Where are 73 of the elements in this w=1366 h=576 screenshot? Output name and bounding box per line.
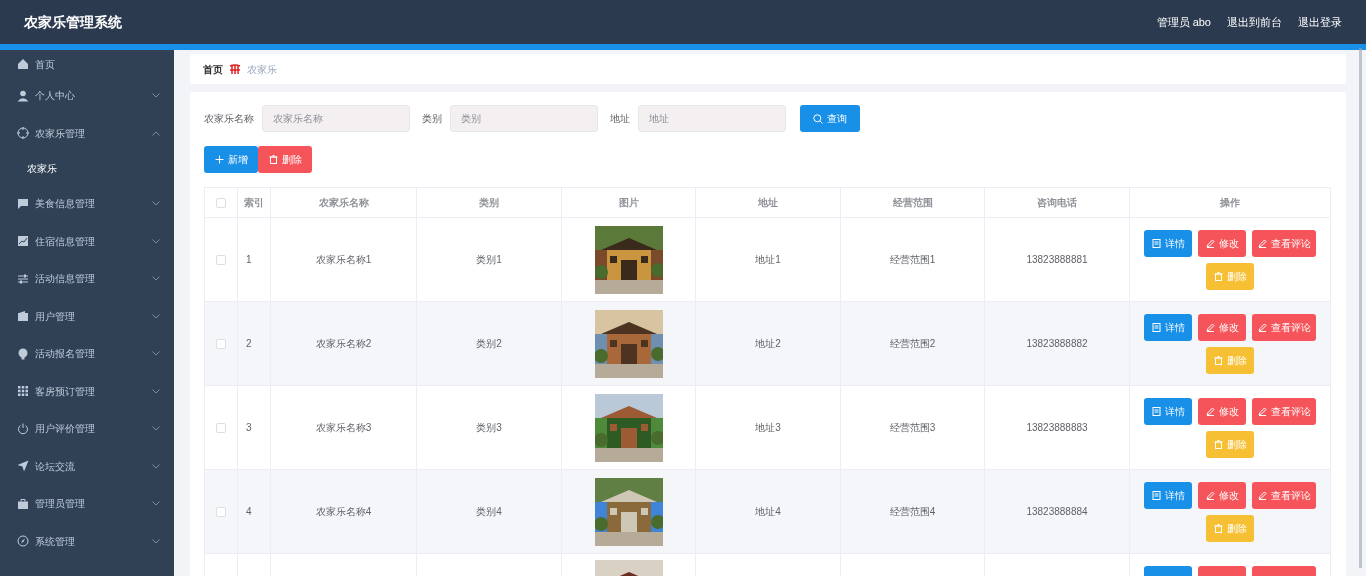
- detail-button[interactable]: 详情: [1144, 229, 1192, 257]
- search-field[interactable]: 类别: [450, 105, 598, 132]
- table-cell-text: 3: [246, 421, 252, 435]
- table-cell-text: 类别3: [476, 421, 502, 435]
- sidebar-subitem[interactable]: 农家乐: [0, 152, 174, 185]
- sidebar-item[interactable]: 用户管理: [0, 297, 174, 335]
- view-comments-button[interactable]: 查看评论: [1252, 481, 1316, 509]
- add-button[interactable]: 新增: [204, 146, 258, 173]
- breadcrumb-item[interactable]: 首页: [203, 61, 223, 77]
- view-comments-button[interactable]: 查看评论: [1252, 313, 1316, 341]
- table-cell-text: 13823888884: [1026, 505, 1088, 519]
- column-header: 索引: [244, 196, 264, 210]
- table-cell-text: 农家乐名称2: [315, 337, 372, 351]
- sidebar-item[interactable]: 住宿信息管理: [0, 222, 174, 260]
- table-cell-text: 经营范围4: [889, 505, 936, 519]
- sidebar-item[interactable]: 客房预订管理: [0, 372, 174, 410]
- table-cell-text: 13823888883: [1026, 421, 1088, 435]
- detail-button[interactable]: 详情: [1144, 313, 1192, 341]
- table-cell-text: 类别2: [476, 337, 502, 351]
- breadcrumb-item: 农家乐: [247, 62, 277, 77]
- sidebar-item[interactable]: 美食信息管理: [0, 185, 174, 223]
- table-cell-text: 2: [246, 337, 252, 351]
- sidebar-item[interactable]: 农家乐管理: [0, 114, 174, 152]
- table-cell-text: 1: [246, 253, 252, 267]
- sidebar-item[interactable]: 用户评价管理: [0, 410, 174, 448]
- table-cell-text: 农家乐名称3: [315, 421, 372, 435]
- table-cell-text: 13823888882: [1026, 337, 1088, 351]
- delete-button[interactable]: 删除: [258, 146, 312, 173]
- field-label: 地址: [610, 112, 630, 126]
- table-cell-text: 经营范围3: [889, 421, 936, 435]
- table-cell-text: 经营范围1: [889, 253, 936, 267]
- edit-button[interactable]: 修改: [1198, 313, 1246, 341]
- table-cell-text: 类别4: [476, 505, 502, 519]
- table-cell-text: 农家乐名称4: [315, 505, 372, 519]
- header-link[interactable]: 退出登录: [1298, 13, 1342, 31]
- column-header: 农家乐名称: [318, 196, 369, 210]
- field-label: 农家乐名称: [204, 112, 254, 126]
- detail-button[interactable]: 详情: [1144, 481, 1192, 509]
- table-cell-text: 类别1: [476, 253, 502, 267]
- edit-button[interactable]: 修改: [1198, 397, 1246, 425]
- table-cell-text: 地址3: [755, 421, 781, 435]
- table-cell-text: 经营范围2: [889, 337, 936, 351]
- field-label: 类别: [422, 112, 442, 126]
- table-cell-text: 地址2: [755, 337, 781, 351]
- sidebar-item[interactable]: 系统管理: [0, 522, 174, 560]
- header-link[interactable]: 退出到前台: [1227, 13, 1282, 31]
- sidebar-item[interactable]: 管理员管理: [0, 485, 174, 523]
- app-title: 农家乐管理系统: [24, 12, 122, 32]
- sidebar-item[interactable]: 首页: [0, 51, 174, 77]
- view-comments-button[interactable]: 查看评论: [1252, 229, 1316, 257]
- edit-button[interactable]: 修改: [1198, 481, 1246, 509]
- column-header: 操作: [1220, 196, 1240, 210]
- sidebar-item[interactable]: 活动信息管理: [0, 260, 174, 298]
- table-cell-text: 地址4: [755, 505, 781, 519]
- column-header: 经营范围: [892, 196, 933, 210]
- edit-button[interactable]: 修改: [1198, 229, 1246, 257]
- column-header: 图片: [618, 196, 639, 210]
- sidebar-item[interactable]: 活动报名管理: [0, 335, 174, 373]
- search-field[interactable]: 农家乐名称: [262, 105, 410, 132]
- search-field[interactable]: 地址: [638, 105, 786, 132]
- detail-button[interactable]: 详情: [1144, 397, 1192, 425]
- table-cell-text: 地址1: [755, 253, 781, 267]
- column-header: 类别: [479, 196, 499, 210]
- column-header: 咨询电话: [1037, 196, 1077, 210]
- table-cell-text: 4: [246, 505, 252, 519]
- sidebar-item[interactable]: 个人中心: [0, 77, 174, 115]
- table-cell-text: 农家乐名称1: [315, 253, 372, 267]
- table-cell-text: 13823888881: [1026, 253, 1088, 267]
- column-header: 地址: [758, 196, 778, 210]
- header-link[interactable]: 管理员 abo: [1156, 13, 1211, 31]
- sidebar-item[interactable]: 论坛交流: [0, 447, 174, 485]
- search-button[interactable]: 查询: [800, 105, 860, 132]
- view-comments-button[interactable]: 查看评论: [1252, 397, 1316, 425]
